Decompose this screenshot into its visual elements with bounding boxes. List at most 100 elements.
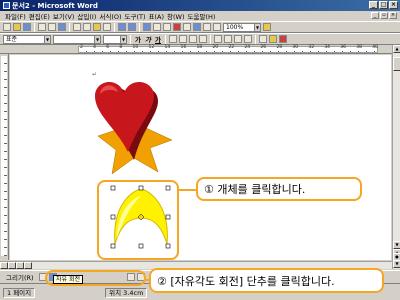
tables-borders-icon[interactable]: [153, 23, 161, 31]
increase-indent-icon[interactable]: [243, 35, 252, 43]
ruler-tick: 14: [164, 45, 171, 50]
word-app-icon[interactable]: [3, 2, 10, 9]
new-document-icon[interactable]: [3, 23, 11, 31]
title-bar: 문서2 - Microsoft Word _ □ ×: [0, 0, 400, 11]
cut-icon[interactable]: [73, 23, 81, 31]
italic-button[interactable]: 가: [144, 34, 152, 44]
toolbar-separator: [69, 22, 70, 32]
ruler-tick: 32: [308, 45, 315, 50]
print-preview-icon[interactable]: [48, 23, 56, 31]
paste-icon[interactable]: [93, 23, 101, 31]
zoom-select[interactable]: 100% ▼: [223, 22, 261, 32]
vertical-scrollbar[interactable]: ▲ ▼ ▲ ● ▼: [392, 45, 400, 269]
ruler-tick: 2: [80, 45, 83, 50]
ruler-tick: 12: [148, 45, 155, 50]
maximize-icon[interactable]: □: [379, 1, 388, 9]
font-color-icon[interactable]: [278, 35, 287, 43]
window-controls: _ □ ×: [369, 1, 398, 9]
drawing-icon[interactable]: [193, 23, 201, 31]
align-left-icon[interactable]: [168, 35, 177, 43]
show-hide-icon[interactable]: [213, 23, 221, 31]
document-map-icon[interactable]: [203, 23, 211, 31]
ruler-tick: 36: [340, 45, 347, 50]
save-icon[interactable]: [23, 23, 31, 31]
highlight-icon[interactable]: [268, 35, 277, 43]
ruler-tick: 30: [292, 45, 299, 50]
insert-excel-icon[interactable]: [173, 23, 181, 31]
redo-icon[interactable]: [128, 23, 136, 31]
vertical-ruler[interactable]: [0, 54, 9, 260]
toolbar-separator: [34, 22, 35, 32]
toolbar-separator: [164, 34, 166, 44]
outline-view-icon[interactable]: [24, 262, 32, 269]
chevron-down-icon[interactable]: ▼: [254, 23, 260, 31]
toolbar-separator: [209, 34, 211, 44]
print-layout-icon[interactable]: [16, 262, 24, 269]
minimize-icon[interactable]: _: [369, 1, 378, 9]
menu-insert[interactable]: 삽입(I): [77, 11, 96, 21]
hyperlink-icon[interactable]: [143, 23, 151, 31]
close-icon[interactable]: ×: [389, 1, 398, 9]
align-center-icon[interactable]: [178, 35, 187, 43]
columns-icon[interactable]: [183, 23, 191, 31]
scroll-thumb[interactable]: [393, 57, 400, 71]
font-size-select[interactable]: ▼: [103, 34, 127, 44]
ruler-numbers: 2 4 6 8 10 12 14 16 18 20 22 24 26 28 30…: [80, 45, 378, 53]
ruler-tick: 34: [324, 45, 331, 50]
copy-icon[interactable]: [83, 23, 91, 31]
next-page-icon[interactable]: ▼: [393, 260, 400, 268]
chevron-down-icon[interactable]: ▼: [44, 35, 50, 43]
paragraph-mark-icon: ↵: [92, 71, 98, 78]
undo-icon[interactable]: [118, 23, 126, 31]
ruler-tick: 24: [244, 45, 251, 50]
chevron-down-icon[interactable]: ▼: [120, 35, 126, 43]
web-layout-icon[interactable]: [8, 262, 16, 269]
normal-view-icon[interactable]: [0, 262, 8, 269]
style-value: 표준: [6, 35, 18, 43]
open-folder-icon[interactable]: [13, 23, 21, 31]
menu-help[interactable]: 도움말(H): [188, 11, 216, 21]
toolbar-separator: [254, 34, 256, 44]
menu-tools[interactable]: 도구(T): [125, 11, 146, 21]
ruler-tick: 8: [119, 45, 123, 50]
bullets-icon[interactable]: [223, 35, 232, 43]
underline-button[interactable]: 가: [154, 34, 162, 44]
toolbar-separator: [139, 22, 140, 32]
menu-window[interactable]: 창(W): [167, 11, 184, 21]
style-select[interactable]: 표준 ▼: [3, 34, 51, 44]
format-painter-icon[interactable]: [103, 23, 111, 31]
horizontal-ruler[interactable]: 2 4 6 8 10 12 14 16 18 20 22 24 26 28 30…: [0, 45, 392, 54]
justify-icon[interactable]: [198, 35, 207, 43]
numbering-icon[interactable]: [213, 35, 222, 43]
borders-icon[interactable]: [258, 35, 267, 43]
vertical-ruler-track: [1, 56, 7, 256]
scroll-up-icon[interactable]: ▲: [393, 45, 400, 53]
bold-button[interactable]: 가: [134, 34, 142, 44]
ruler-tick: 4: [93, 45, 96, 50]
doc-restore-icon[interactable]: ▫: [380, 12, 388, 19]
scroll-down-icon[interactable]: ▼: [393, 241, 400, 249]
font-select[interactable]: ▼: [53, 34, 101, 44]
callout-step-1: ① 개체를 클릭합니다.: [196, 177, 362, 201]
rotate-button-highlight-box: [45, 270, 146, 286]
menu-edit[interactable]: 편집(E): [29, 11, 50, 21]
print-icon[interactable]: [38, 23, 46, 31]
spelling-icon[interactable]: [58, 23, 66, 31]
chevron-down-icon[interactable]: ▼: [94, 35, 100, 43]
status-position: 위치 3.4cm: [105, 287, 148, 298]
document-page[interactable]: ↵: [10, 55, 391, 260]
doc-minimize-icon[interactable]: _: [371, 12, 379, 19]
menu-view[interactable]: 보기(V): [53, 11, 74, 21]
menu-format[interactable]: 서식(O): [99, 11, 121, 21]
office-assistant-icon[interactable]: [263, 23, 271, 31]
menu-table[interactable]: 표(A): [149, 11, 165, 21]
insert-table-icon[interactable]: [163, 23, 171, 31]
doc-close-icon[interactable]: ×: [389, 12, 397, 19]
ruler-tick: 6: [106, 45, 110, 50]
menu-file[interactable]: 파일(F): [5, 11, 26, 21]
align-right-icon[interactable]: [188, 35, 197, 43]
decrease-indent-icon[interactable]: [233, 35, 242, 43]
ruler-tick: 40: [372, 45, 378, 50]
draw-menu-button[interactable]: 그리기(R): [3, 271, 37, 283]
ruler-tick: 28: [276, 45, 283, 50]
